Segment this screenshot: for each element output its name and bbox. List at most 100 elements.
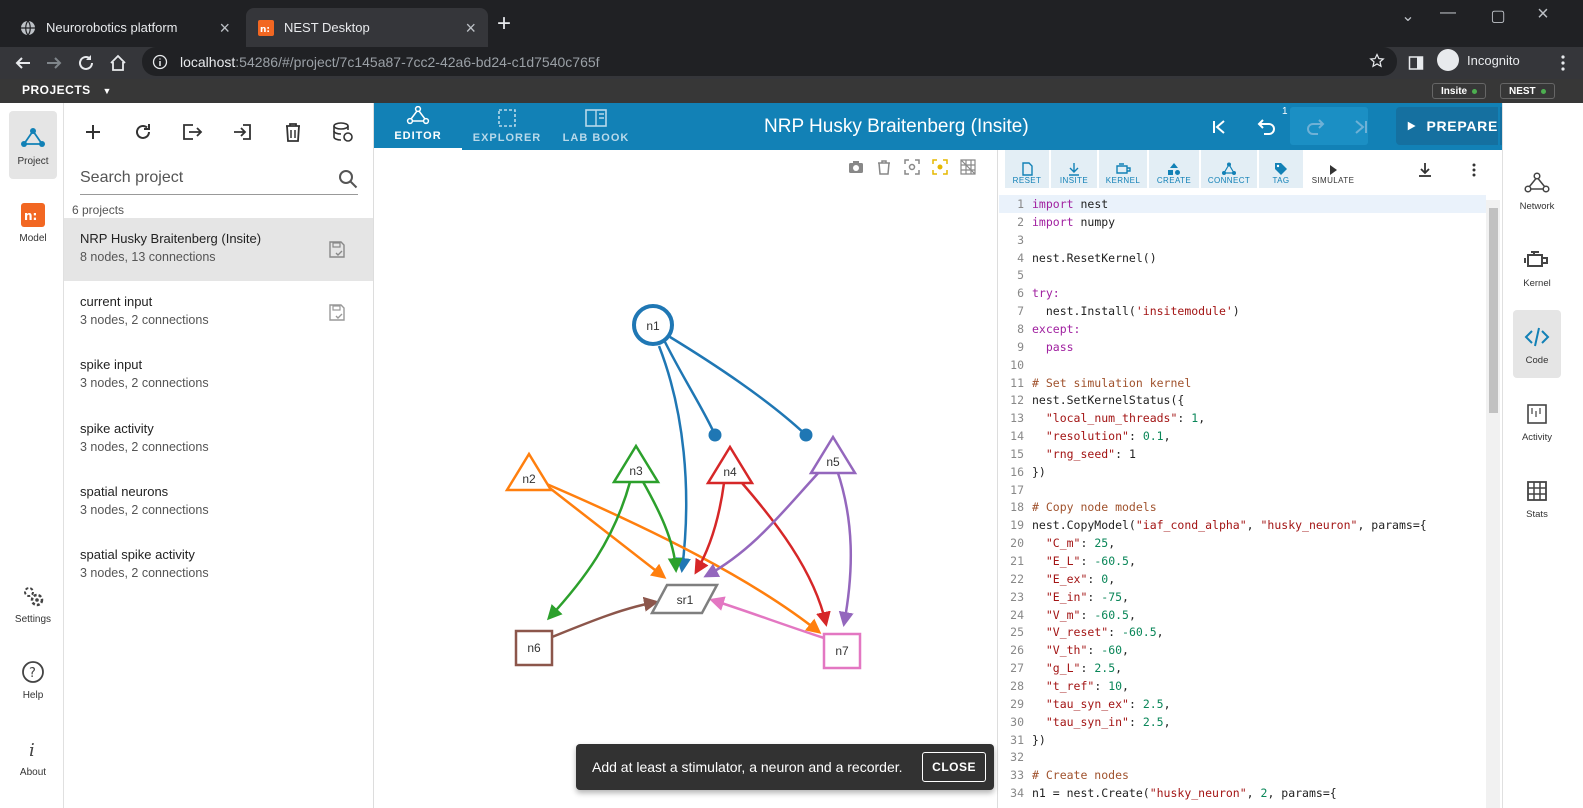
search-project-input[interactable]: Search project <box>80 165 358 195</box>
nav-stats[interactable]: Stats <box>1513 464 1561 532</box>
code-line[interactable]: 27 "g_L": 2.5, <box>999 659 1486 677</box>
incognito-indicator[interactable]: Incognito <box>1437 49 1520 71</box>
project-item[interactable]: spike activity 3 nodes, 2 connections <box>64 408 373 471</box>
connection-n1-n5[interactable] <box>669 335 807 436</box>
code-line[interactable]: 6 try: <box>999 284 1486 302</box>
scrollbar-thumb[interactable] <box>1489 208 1498 413</box>
code-line[interactable]: 12 nest.SetKernelStatus({ <box>999 391 1486 409</box>
first-state-icon[interactable] <box>1205 113 1233 141</box>
code-editor[interactable]: 1 import nest 2 import numpy 3 4 nest.ResetKer… <box>999 190 1502 808</box>
minimize-icon[interactable]: — <box>1438 4 1458 22</box>
code-line[interactable]: 19 nest.CopyModel("iaf_cond_alpha", "husk… <box>999 516 1486 534</box>
nest-status-pill[interactable]: NEST <box>1500 83 1555 99</box>
code-line[interactable]: 3 <box>999 231 1486 249</box>
connection-n3-sr1[interactable] <box>640 479 683 573</box>
nav-about[interactable]: i About <box>9 722 57 790</box>
editor-scrollbar[interactable] <box>1486 200 1500 808</box>
code-line[interactable]: 10 <box>999 356 1486 374</box>
code-line[interactable]: 23 "E_in": -75, <box>999 588 1486 606</box>
nav-activity[interactable]: Activity <box>1513 387 1561 455</box>
kernel-code-button[interactable]: KERNEL <box>1099 150 1147 188</box>
tab-editor[interactable]: EDITOR <box>374 103 462 150</box>
connection-n4-sr1[interactable] <box>694 482 726 575</box>
code-line[interactable]: 26 "V_th": -60, <box>999 641 1486 659</box>
node-n7[interactable]: n7 <box>822 632 862 670</box>
code-line[interactable]: 30 "tau_syn_in": 2.5, <box>999 713 1486 731</box>
project-item[interactable]: spike input 3 nodes, 2 connections <box>64 344 373 407</box>
code-line[interactable]: 31}) <box>999 731 1486 749</box>
undo-icon[interactable] <box>1253 113 1281 141</box>
nav-model[interactable]: n: Model <box>9 188 57 256</box>
import-projects-button[interactable] <box>229 119 255 145</box>
save-project-icon[interactable] <box>327 240 347 260</box>
connection-n4-n7[interactable] <box>741 482 831 627</box>
insite-code-button[interactable]: INSITE <box>1051 150 1097 188</box>
browser-menu-icon[interactable] <box>1550 50 1576 76</box>
snackbar-close-button[interactable]: CLOSE <box>922 752 986 782</box>
code-line[interactable]: 33 # Create nodes <box>999 766 1486 784</box>
node-n2[interactable]: n2 <box>504 451 554 492</box>
redo-icon[interactable] <box>1301 113 1329 141</box>
home-icon[interactable] <box>105 50 131 76</box>
code-line[interactable]: 9 pass <box>999 338 1486 356</box>
site-info-icon[interactable] <box>152 54 168 70</box>
code-line[interactable]: 34 n1 = nest.Create("husky_neuron", 2, pa… <box>999 784 1486 802</box>
connect-code-button[interactable]: CONNECT <box>1201 150 1257 188</box>
code-line[interactable]: 7 nest.Install('insitemodule') <box>999 302 1486 320</box>
code-line[interactable]: 11 # Set simulation kernel <box>999 374 1486 392</box>
code-line[interactable]: 29 "tau_syn_ex": 2.5, <box>999 695 1486 713</box>
connection-n7-sr1[interactable] <box>709 596 825 640</box>
create-code-button[interactable]: CREATE <box>1149 150 1199 188</box>
delete-projects-button[interactable] <box>280 119 306 145</box>
project-item[interactable]: spatial neurons 3 nodes, 2 connections <box>64 471 373 534</box>
project-item[interactable]: current input 3 nodes, 2 connections <box>64 281 373 344</box>
last-state-icon[interactable] <box>1347 113 1375 141</box>
node-sr1[interactable]: sr1 <box>649 583 720 615</box>
code-line[interactable]: 1 import nest <box>999 195 1486 213</box>
more-options-icon[interactable] <box>1472 163 1476 177</box>
code-line[interactable]: 2 import numpy <box>999 213 1486 231</box>
node-n6[interactable]: n6 <box>514 629 554 667</box>
code-line[interactable]: 5 <box>999 266 1486 284</box>
code-line[interactable]: 21 "E_L": -60.5, <box>999 552 1486 570</box>
side-panel-icon[interactable] <box>1403 50 1429 76</box>
connection-n6-sr1[interactable] <box>551 596 659 639</box>
code-line[interactable]: 25 "V_reset": -60.5, <box>999 623 1486 641</box>
maximize-icon[interactable]: ▢ <box>1488 6 1508 26</box>
reset-database-button[interactable] <box>330 119 356 145</box>
add-project-button[interactable] <box>80 119 106 145</box>
node-n5[interactable]: n5 <box>808 434 858 475</box>
forward-icon[interactable] <box>41 50 67 76</box>
address-bar[interactable]: localhost:54286/#/project/7c145a87-7cc2-… <box>142 47 1397 76</box>
close-tab-icon[interactable]: × <box>465 19 476 37</box>
nav-settings[interactable]: Settings <box>9 569 57 637</box>
code-line[interactable]: 4 nest.ResetKernel() <box>999 249 1486 267</box>
insite-status-pill[interactable]: Insite <box>1432 83 1487 99</box>
save-project-icon[interactable] <box>327 303 347 323</box>
reload-icon[interactable] <box>73 50 99 76</box>
close-window-icon[interactable]: × <box>1533 3 1553 26</box>
node-n1[interactable]: n1 <box>632 304 674 346</box>
project-item[interactable]: spatial spike activity 3 nodes, 2 connec… <box>64 534 373 597</box>
code-line[interactable]: 8 except: <box>999 320 1486 338</box>
code-line[interactable]: 20 "C_m": 25, <box>999 534 1486 552</box>
prepare-button[interactable]: PREPARE <box>1396 107 1498 145</box>
nav-help[interactable]: ? Help <box>9 645 57 713</box>
bookmark-star-icon[interactable] <box>1369 53 1385 69</box>
code-line[interactable]: 24 "V_m": -60.5, <box>999 606 1486 624</box>
project-item[interactable]: NRP Husky Braitenberg (Insite) 8 nodes, … <box>64 218 373 281</box>
export-projects-button[interactable] <box>179 119 205 145</box>
download-icon[interactable] <box>1418 162 1432 178</box>
search-icon[interactable] <box>338 169 358 189</box>
reload-projects-button[interactable] <box>130 119 156 145</box>
tab-lab-book[interactable]: LAB BOOK <box>552 103 640 150</box>
nav-network[interactable]: Network <box>1513 156 1561 224</box>
projects-menu[interactable]: PROJECTS ▼ <box>22 83 112 97</box>
code-line[interactable]: 15 "rng_seed": 1 <box>999 445 1486 463</box>
code-line[interactable]: 18 # Copy node models <box>999 498 1486 516</box>
code-line[interactable]: 17 <box>999 481 1486 499</box>
simulate-code-button[interactable]: SIMULATE <box>1305 150 1361 188</box>
code-line[interactable]: 22 "E_ex": 0, <box>999 570 1486 588</box>
node-n3[interactable]: n3 <box>611 443 661 484</box>
nav-kernel[interactable]: Kernel <box>1513 233 1561 301</box>
